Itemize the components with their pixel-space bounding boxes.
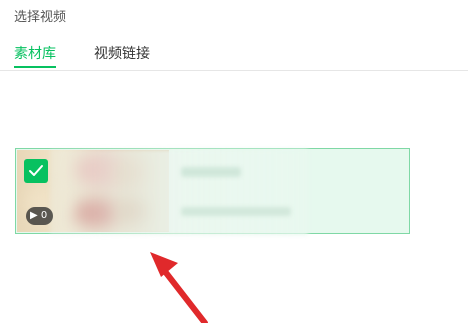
checkmark-icon <box>29 165 43 176</box>
tab-divider <box>0 70 468 71</box>
selected-checkbox[interactable] <box>24 159 48 183</box>
tab-library[interactable]: 素材库 <box>14 44 56 68</box>
duration-text: 0 <box>40 210 48 221</box>
video-meta-blurred <box>181 207 291 216</box>
duration-badge: ▶ 0 <box>26 207 54 225</box>
video-title-blurred <box>181 167 241 177</box>
video-card[interactable]: ▶ 0 <box>15 148 410 235</box>
play-icon: ▶ <box>30 210 38 221</box>
blur-overlay <box>50 149 308 235</box>
dialog-title: 选择视频 <box>14 10 67 25</box>
tab-bar: 素材库 视频链接 <box>0 40 468 72</box>
tab-video-link[interactable]: 视频链接 <box>94 44 150 68</box>
